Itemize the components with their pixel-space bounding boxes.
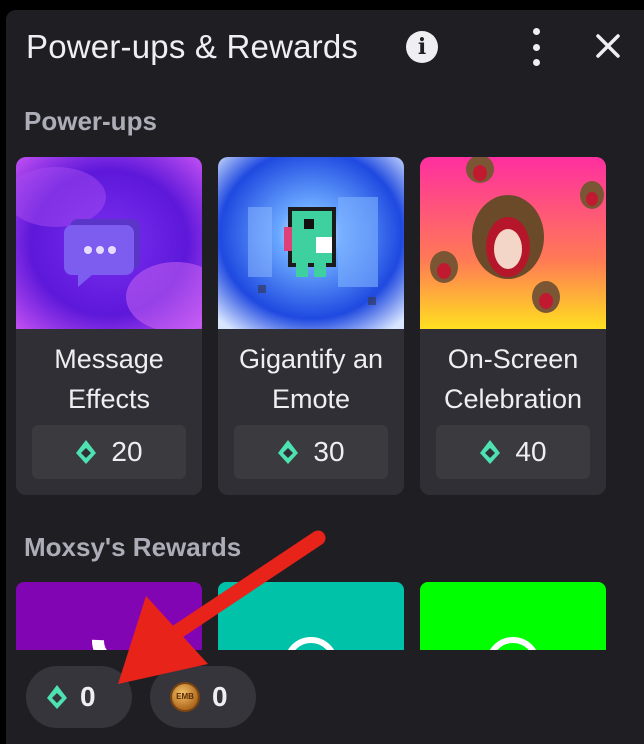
powerup-label: On-Screen Celebration bbox=[443, 344, 583, 414]
gem-balance-button[interactable]: 0 bbox=[26, 666, 132, 728]
powerup-card-on-screen-celebration[interactable]: On-Screen Celebration 40 bbox=[420, 157, 606, 495]
powerup-label: Message Effects bbox=[54, 344, 164, 414]
channel-points-balance-button[interactable]: EMB 0 bbox=[150, 666, 256, 728]
info-icon[interactable]: i bbox=[406, 31, 438, 63]
gem-icon bbox=[480, 440, 501, 464]
channel-points-coin-icon: EMB bbox=[170, 682, 200, 712]
panel-title: Power-ups & Rewards bbox=[26, 28, 359, 65]
on-screen-celebration-thumbnail bbox=[420, 157, 606, 329]
more-options-icon[interactable] bbox=[526, 28, 546, 66]
powerup-card-gigantify-emote[interactable]: Gigantify an Emote 30 bbox=[218, 157, 404, 495]
powerups-rewards-panel: Power-ups & Rewards i Power-ups Message … bbox=[6, 10, 644, 744]
powerup-cost-button[interactable]: 30 bbox=[234, 425, 388, 479]
balance-footer: 0 EMB 0 bbox=[6, 650, 644, 744]
powerup-cost-button[interactable]: 20 bbox=[32, 425, 186, 479]
close-icon[interactable] bbox=[592, 30, 624, 62]
panel-header: Power-ups & Rewards i bbox=[6, 10, 644, 84]
rewards-section-title: Moxsy's Rewards bbox=[24, 532, 242, 562]
powerups-section-title: Power-ups bbox=[24, 106, 157, 136]
powerup-label: Gigantify an Emote bbox=[238, 344, 384, 414]
powerup-card-message-effects[interactable]: Message Effects 20 bbox=[16, 157, 202, 495]
gigantify-emote-thumbnail bbox=[218, 157, 404, 329]
powerup-cost-button[interactable]: 40 bbox=[436, 425, 590, 479]
gem-icon bbox=[47, 685, 67, 709]
message-effects-thumbnail bbox=[16, 157, 202, 329]
gem-icon bbox=[76, 440, 97, 464]
gem-icon bbox=[278, 440, 299, 464]
